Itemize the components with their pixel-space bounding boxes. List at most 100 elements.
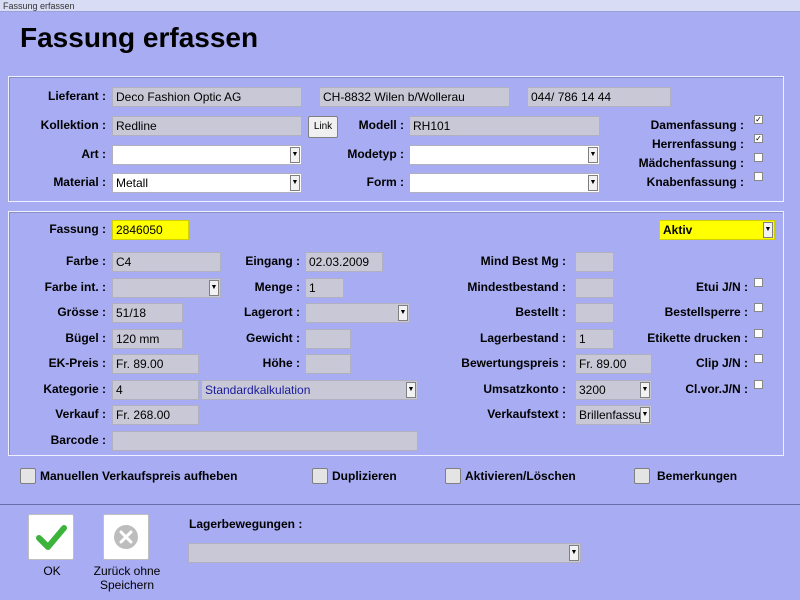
chevron-down-icon[interactable]: ▼ (569, 545, 579, 561)
herrenfassung-checkbox[interactable]: ✓ (754, 134, 763, 143)
chevron-down-icon[interactable]: ▼ (588, 175, 598, 191)
chevron-down-icon[interactable]: ▼ (290, 175, 300, 191)
clip-label: Clip J/N : (695, 356, 748, 370)
groesse-label: Grösse : (57, 305, 106, 319)
barcode-field[interactable] (112, 431, 418, 451)
farbe-field[interactable]: C4 (112, 252, 221, 272)
chevron-down-icon[interactable]: ▼ (398, 305, 408, 321)
page-title: Fassung erfassen (20, 22, 259, 53)
maedchenfassung-checkbox[interactable] (754, 153, 763, 162)
bestellsperre-label: Bestellsperre : (664, 305, 748, 319)
modell-field[interactable]: RH101 (409, 116, 600, 136)
manuell-verkaufspreis-label: Manuellen Verkaufspreis aufheben (40, 469, 238, 483)
umsatzkonto-select-value: 3200 (579, 383, 606, 397)
gewicht-field[interactable] (305, 329, 351, 349)
herrenfassung-label: Herrenfassung : (651, 137, 744, 151)
knabenfassung-label: Knabenfassung : (646, 175, 744, 189)
modetyp-select[interactable]: ▼ (409, 145, 600, 165)
verkaufstext-label: Verkaufstext : (487, 407, 566, 421)
farbe-label: Farbe : (65, 254, 106, 268)
art-label: Art : (81, 147, 106, 161)
lagerort-select[interactable]: ▼ (305, 303, 410, 323)
aktivieren-checkbox[interactable] (445, 468, 461, 484)
clvor-label: Cl.vor.J/N : (685, 382, 748, 396)
kollektion-field[interactable]: Redline (112, 116, 302, 136)
cancel-button[interactable] (103, 514, 149, 560)
ek-preis-field[interactable]: Fr. 89.00 (112, 354, 199, 374)
kategorie-field[interactable]: 4 (112, 380, 199, 400)
cancel-label-line1: Zurück ohne (93, 564, 161, 578)
etui-checkbox[interactable] (754, 278, 763, 287)
modell-label: Modell : (358, 118, 404, 132)
farbe-int-label: Farbe int. : (44, 280, 106, 294)
lagerort-label: Lagerort : (243, 305, 300, 319)
mind-best-field[interactable] (575, 252, 614, 272)
verkaufstext-select[interactable]: Brillenfassu ▼ (575, 405, 652, 425)
status-select[interactable]: Aktiv ▼ (659, 220, 775, 240)
eingang-label: Eingang : (245, 254, 300, 268)
cancel-label-line2: Speichern (99, 578, 155, 592)
checkmark-icon (36, 525, 67, 550)
etikette-label: Etikette drucken : (647, 331, 748, 345)
fassung-label: Fassung : (49, 222, 106, 236)
duplizieren-checkbox[interactable] (312, 468, 328, 484)
bestellsperre-checkbox[interactable] (754, 303, 763, 312)
farbe-int-select[interactable]: ▼ (112, 278, 221, 298)
damenfassung-checkbox[interactable]: ✓ (754, 115, 763, 124)
lagerbewegungen-select[interactable]: ▼ (188, 543, 581, 563)
ok-button[interactable] (28, 514, 74, 560)
art-select[interactable]: ▼ (112, 145, 302, 165)
form-select[interactable]: ▼ (409, 173, 600, 193)
menge-field[interactable]: 1 (305, 278, 344, 298)
bestellt-field[interactable] (575, 303, 614, 323)
footer-divider (0, 504, 800, 505)
material-select[interactable]: Metall ▼ (112, 173, 302, 193)
lieferant-location-field[interactable]: CH-8832 Wilen b/Wollerau (319, 87, 510, 107)
bestellt-label: Bestellt : (515, 305, 566, 319)
lagerbewegungen-label: Lagerbewegungen : (189, 517, 303, 531)
clvor-checkbox[interactable] (754, 380, 763, 389)
barcode-label: Barcode : (50, 433, 106, 447)
chevron-down-icon[interactable]: ▼ (588, 147, 598, 163)
bewertungspreis-label: Bewertungspreis : (461, 356, 566, 370)
form-label: Form : (366, 175, 404, 189)
aktivieren-label: Aktivieren/Löschen (465, 469, 576, 483)
groesse-field[interactable]: 51/18 (112, 303, 183, 323)
mind-best-label: Mind Best Mg : (480, 254, 566, 268)
menge-label: Menge : (254, 280, 300, 294)
kalkulation-select[interactable]: Standardkalkulation ▼ (201, 380, 418, 400)
verkaufstext-select-value: Brillenfassu (579, 408, 642, 422)
mindestbestand-field[interactable] (575, 278, 614, 298)
lieferant-phone-field[interactable]: 044/ 786 14 44 (527, 87, 671, 107)
eingang-field[interactable]: 02.03.2009 (305, 252, 383, 272)
verkauf-field[interactable]: Fr. 268.00 (112, 405, 199, 425)
buegel-label: Bügel : (65, 331, 106, 345)
ok-button-label: OK (43, 564, 61, 578)
bemerkungen-checkbox[interactable] (634, 468, 650, 484)
umsatzkonto-label: Umsatzkonto : (483, 382, 566, 396)
kalkulation-select-value: Standardkalkulation (205, 383, 311, 397)
ek-preis-label: EK-Preis : (48, 356, 106, 370)
mindestbestand-label: Mindestbestand : (467, 280, 566, 294)
knabenfassung-checkbox[interactable] (754, 172, 763, 181)
cancel-button-label: Zurück ohne Speichern (84, 564, 170, 592)
manuell-verkaufspreis-checkbox[interactable] (20, 468, 36, 484)
material-label: Material : (53, 175, 106, 189)
etikette-checkbox[interactable] (754, 329, 763, 338)
chevron-down-icon[interactable]: ▼ (209, 280, 219, 296)
bemerkungen-label: Bemerkungen (657, 469, 738, 483)
lagerbestand-field[interactable]: 1 (575, 329, 614, 349)
lieferant-name-field[interactable]: Deco Fashion Optic AG (112, 87, 302, 107)
chevron-down-icon[interactable]: ▼ (406, 382, 416, 398)
verkauf-label: Verkauf : (55, 407, 106, 421)
clip-checkbox[interactable] (754, 354, 763, 363)
material-select-value: Metall (116, 176, 149, 190)
kategorie-label: Kategorie : (43, 382, 106, 396)
gewicht-label: Gewicht : (245, 331, 300, 345)
chevron-down-icon[interactable]: ▼ (763, 222, 773, 238)
buegel-field[interactable]: 120 mm (112, 329, 183, 349)
hoehe-field[interactable] (305, 354, 351, 374)
chevron-down-icon[interactable]: ▼ (640, 407, 650, 423)
fassung-field[interactable]: 2846050 (112, 220, 189, 240)
chevron-down-icon[interactable]: ▼ (290, 147, 300, 163)
